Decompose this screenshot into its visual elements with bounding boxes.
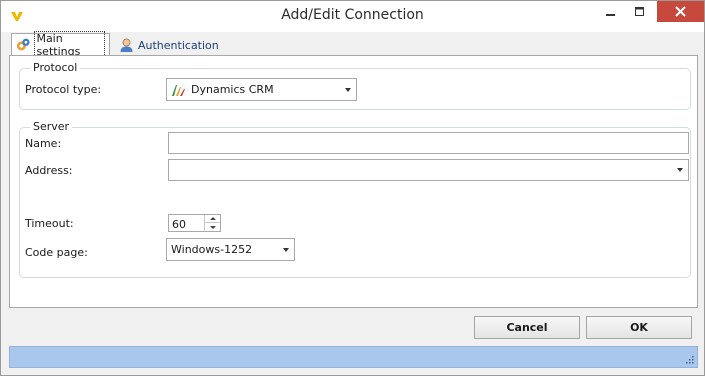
timeout-label: Timeout: [25, 217, 74, 230]
status-bar [9, 346, 698, 368]
protocol-group: Protocol Protocol type: Dynamics CRM [19, 61, 691, 110]
chevron-down-icon[interactable] [677, 168, 683, 172]
protocol-group-title: Protocol [30, 61, 81, 74]
code-page-value: Windows-1252 [171, 243, 253, 256]
ok-button[interactable]: OK [586, 316, 692, 339]
dialog-window: Add/Edit Connection Main settings Authen… [0, 0, 705, 376]
minimize-button[interactable] [598, 1, 624, 22]
title-bar: Add/Edit Connection [1, 1, 704, 32]
protocol-type-label: Protocol type: [25, 83, 102, 96]
server-group-title: Server [30, 120, 73, 133]
tab-panel-main-settings: Protocol Protocol type: Dynamics CRM Ser… [9, 55, 698, 308]
chevron-down-icon[interactable] [283, 247, 289, 252]
timeout-value: 60 [172, 218, 186, 231]
name-label: Name: [25, 137, 62, 150]
timeout-decrement-button[interactable] [204, 223, 220, 231]
server-group: Server Name: Address: Timeout: 60 Code p… [19, 120, 691, 278]
minimize-icon [606, 13, 615, 16]
address-label: Address: [25, 164, 73, 177]
tab-strip: Main settings Authentication [9, 31, 698, 59]
protocol-type-value: Dynamics CRM [191, 83, 274, 96]
tab-authentication-label: Authentication [138, 38, 219, 52]
chevron-down-icon[interactable] [345, 87, 351, 92]
code-page-label: Code page: [25, 246, 88, 259]
maximize-icon [635, 6, 644, 16]
name-input[interactable] [168, 132, 689, 154]
tab-main-settings[interactable]: Main settings [11, 31, 110, 59]
code-page-select[interactable]: Windows-1252 [166, 238, 295, 261]
chevron-down-icon [209, 225, 216, 229]
maximize-button[interactable] [627, 1, 653, 22]
timeout-increment-button[interactable] [204, 215, 220, 223]
close-icon [675, 6, 686, 17]
protocol-type-select[interactable]: Dynamics CRM [166, 78, 357, 101]
resize-grip-icon[interactable] [685, 355, 694, 364]
user-icon [120, 38, 133, 52]
chevron-up-icon [209, 217, 216, 220]
cancel-button[interactable]: Cancel [474, 316, 580, 339]
tab-authentication[interactable]: Authentication [115, 35, 225, 55]
address-combobox[interactable] [168, 159, 689, 181]
dynamics-crm-icon [172, 84, 185, 96]
gear-icon [16, 38, 30, 51]
timeout-stepper[interactable]: 60 [168, 214, 221, 232]
close-button[interactable] [657, 1, 704, 22]
